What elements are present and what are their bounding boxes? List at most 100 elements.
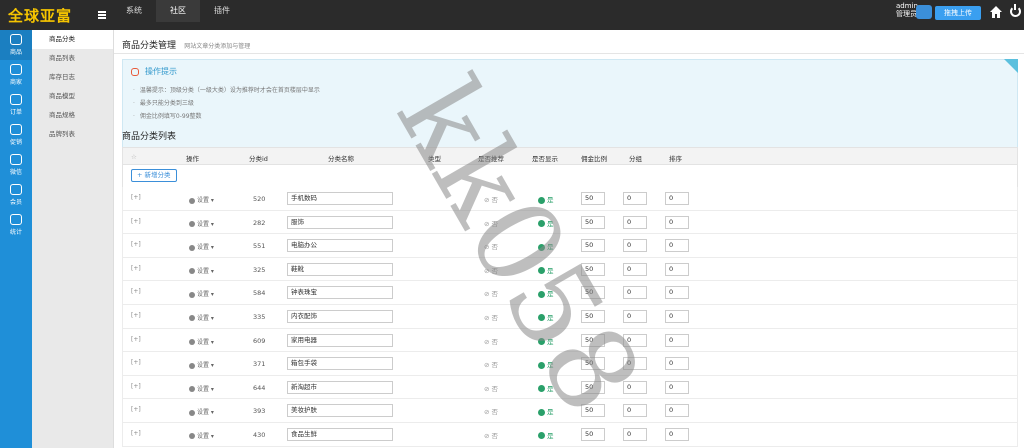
sort-input[interactable]: 0 [665,309,689,323]
sort-input[interactable]: 0 [665,239,689,253]
show-toggle[interactable]: 是 [538,312,554,322]
subnav-goods-spec[interactable]: 商品规格 [32,106,113,125]
subnav-goods-list[interactable]: 商品列表 [32,49,113,68]
category-name-input[interactable]: 服饰 [287,215,393,229]
settings-dropdown[interactable]: 设置 ▾ [189,266,214,275]
sidebar-item-store[interactable]: 商家 [0,60,32,90]
show-toggle[interactable]: 是 [538,218,554,228]
sort-input[interactable]: 0 [665,192,689,205]
show-toggle[interactable]: 是 [538,336,554,346]
show-toggle[interactable]: 是 [538,383,554,393]
nav-community[interactable]: 社区 [156,0,200,22]
category-name-input[interactable]: 钟表珠宝 [287,286,393,300]
expand-toggle[interactable]: [+] [131,336,141,343]
settings-dropdown[interactable]: 设置 ▾ [189,360,214,369]
expand-toggle[interactable]: [+] [131,194,141,201]
expand-toggle[interactable]: [+] [131,430,141,437]
nav-system[interactable]: 系统 [112,0,156,22]
category-name-input[interactable]: 电脑办公 [287,239,393,253]
expand-toggle[interactable]: [+] [131,359,141,366]
recommend-toggle[interactable]: ⊘ 否 [484,359,498,369]
show-toggle[interactable]: 是 [538,265,554,275]
sort-input[interactable]: 0 [665,380,689,394]
settings-dropdown[interactable]: 设置 ▾ [189,195,214,204]
subnav-brand-list[interactable]: 品牌列表 [32,125,113,144]
power-icon[interactable] [1010,4,1021,17]
recommend-toggle[interactable]: ⊘ 否 [484,241,498,251]
commission-input[interactable]: 50 [581,404,605,418]
group-input[interactable]: 0 [623,404,647,418]
home-icon[interactable] [989,5,1003,19]
add-category-button[interactable]: + 新增分类 [131,169,177,182]
commission-input[interactable]: 50 [581,380,605,394]
tips-corner-icon[interactable] [1004,59,1018,73]
commission-input[interactable]: 50 [581,262,605,276]
sort-input[interactable]: 0 [665,357,689,371]
commission-input[interactable]: 50 [581,215,605,229]
group-input[interactable]: 0 [623,262,647,276]
sort-input[interactable]: 0 [665,286,689,300]
sidebar-item-order[interactable]: 订单 [0,90,32,120]
commission-input[interactable]: 50 [581,357,605,371]
recommend-toggle[interactable]: ⊘ 否 [484,194,498,204]
menu-toggle-icon[interactable] [98,11,106,19]
commission-input[interactable]: 50 [581,427,605,441]
nav-plugins[interactable]: 插件 [200,0,244,22]
commission-input[interactable]: 50 [581,239,605,253]
category-name-input[interactable]: 箱包手袋 [287,357,393,371]
cloud-icon[interactable] [916,5,932,19]
group-input[interactable]: 0 [623,215,647,229]
recommend-toggle[interactable]: ⊘ 否 [484,288,498,298]
recommend-toggle[interactable]: ⊘ 否 [484,430,498,440]
expand-toggle[interactable]: [+] [131,288,141,295]
sort-input[interactable]: 0 [665,333,689,347]
group-input[interactable]: 0 [623,286,647,300]
subnav-stock-log[interactable]: 库存日志 [32,68,113,87]
sort-input[interactable]: 0 [665,262,689,276]
subnav-category[interactable]: 商品分类 [32,30,113,49]
settings-dropdown[interactable]: 设置 ▾ [189,407,214,416]
group-input[interactable]: 0 [623,427,647,441]
show-toggle[interactable]: 是 [538,359,554,369]
sidebar-item-goods[interactable]: 商品 [0,30,32,60]
commission-input[interactable]: 50 [581,286,605,300]
commission-input[interactable]: 50 [581,192,605,205]
recommend-toggle[interactable]: ⊘ 否 [484,218,498,228]
group-input[interactable]: 0 [623,333,647,347]
category-name-input[interactable]: 内衣配饰 [287,309,393,323]
category-name-input[interactable]: 食品生鲜 [287,427,393,441]
recommend-toggle[interactable]: ⊘ 否 [484,406,498,416]
expand-toggle[interactable]: [+] [131,218,141,225]
commission-input[interactable]: 50 [581,333,605,347]
group-input[interactable]: 0 [623,239,647,253]
show-toggle[interactable]: 是 [538,430,554,440]
group-input[interactable]: 0 [623,192,647,205]
category-name-input[interactable]: 鞋靴 [287,262,393,276]
sort-input[interactable]: 0 [665,404,689,418]
settings-dropdown[interactable]: 设置 ▾ [189,313,214,322]
show-toggle[interactable]: 是 [538,241,554,251]
settings-dropdown[interactable]: 设置 ▾ [189,337,214,346]
settings-dropdown[interactable]: 设置 ▾ [189,289,214,298]
sidebar-item-stats[interactable]: 统计 [0,210,32,240]
category-name-input[interactable]: 手机数码 [287,192,393,205]
group-input[interactable]: 0 [623,357,647,371]
star-icon[interactable]: ☆ [131,153,137,161]
category-name-input[interactable]: 家用电器 [287,333,393,347]
show-toggle[interactable]: 是 [538,194,554,204]
sort-input[interactable]: 0 [665,215,689,229]
sidebar-item-wechat[interactable]: 微信 [0,150,32,180]
category-name-input[interactable]: 美妆护肤 [287,404,393,418]
commission-input[interactable]: 50 [581,309,605,323]
settings-dropdown[interactable]: 设置 ▾ [189,384,214,393]
group-input[interactable]: 0 [623,380,647,394]
group-input[interactable]: 0 [623,309,647,323]
settings-dropdown[interactable]: 设置 ▾ [189,219,214,228]
recommend-toggle[interactable]: ⊘ 否 [484,383,498,393]
expand-toggle[interactable]: [+] [131,241,141,248]
category-name-input[interactable]: 新淘超市 [287,380,393,394]
expand-toggle[interactable]: [+] [131,265,141,272]
show-toggle[interactable]: 是 [538,288,554,298]
sidebar-item-promotion[interactable]: 促销 [0,120,32,150]
expand-toggle[interactable]: [+] [131,383,141,390]
